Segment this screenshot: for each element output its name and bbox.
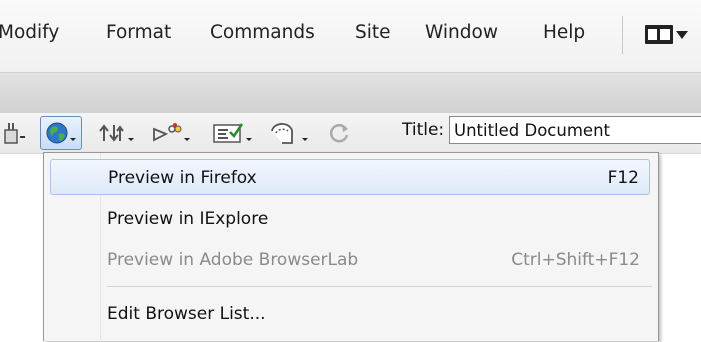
menu-item-label: Preview in IExplore <box>107 209 269 229</box>
menu-separator <box>107 286 652 287</box>
file-management-icon[interactable] <box>98 121 142 145</box>
document-title-input[interactable] <box>449 116 701 144</box>
menu-site[interactable]: Site <box>355 22 391 43</box>
menu-commands[interactable]: Commands <box>210 22 315 43</box>
menu-item-shortcut: Ctrl+Shift+F12 <box>511 250 640 270</box>
menu-item-preview-firefox[interactable]: Preview in Firefox F12 <box>50 159 650 195</box>
menubar-separator <box>622 16 623 54</box>
menu-item-shortcut: F12 <box>607 168 639 188</box>
preview-button[interactable] <box>40 116 82 150</box>
menu-item-label: Preview in Adobe BrowserLab <box>107 250 359 270</box>
refresh-icon[interactable] <box>328 121 352 145</box>
preview-dropdown-menu: Preview in Firefox F12 Preview in IExplo… <box>43 152 659 342</box>
visual-aids-icon[interactable] <box>150 121 198 145</box>
code-navigator-icon[interactable] <box>0 121 36 145</box>
menu-item-preview-browserlab: Preview in Adobe BrowserLab Ctrl+Shift+F… <box>50 242 650 278</box>
menu-item-preview-iexplore[interactable]: Preview in IExplore <box>50 201 650 237</box>
workspace-layout-icon[interactable] <box>645 25 689 47</box>
menu-bar: Modify Format Commands Site Window Help <box>0 0 701 72</box>
menu-item-label: Edit Browser List... <box>107 304 266 324</box>
application-bar <box>0 72 701 114</box>
menu-window[interactable]: Window <box>425 22 498 43</box>
menu-format[interactable]: Format <box>106 22 171 43</box>
menu-help[interactable]: Help <box>543 22 585 43</box>
menu-item-label: Preview in Firefox <box>108 168 257 188</box>
menu-modify[interactable]: Modify <box>0 22 59 43</box>
title-label: Title: <box>402 120 445 140</box>
check-page-icon[interactable] <box>210 121 260 145</box>
menu-item-edit-browser-list[interactable]: Edit Browser List... <box>50 296 650 332</box>
validate-markup-icon[interactable] <box>268 121 318 145</box>
preview-globe-icon <box>45 121 79 151</box>
